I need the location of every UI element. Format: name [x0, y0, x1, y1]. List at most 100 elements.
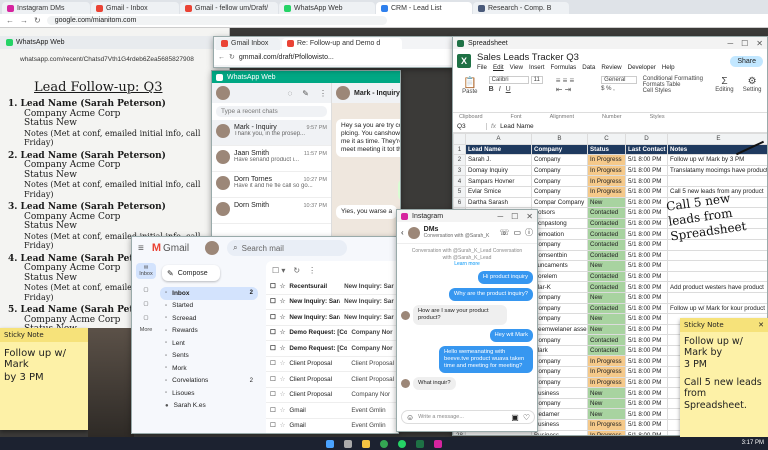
folder-item[interactable]: ▫ Corvelations 2 [160, 375, 258, 388]
menu-review[interactable]: Review [601, 64, 621, 71]
table-cell[interactable]: New [587, 397, 626, 410]
video-icon[interactable]: ▭ [513, 228, 521, 237]
table-cell[interactable]: In Progress [587, 154, 626, 166]
table-cell[interactable]: In Progress [587, 185, 626, 198]
table-cell[interactable]: In Progress [587, 429, 626, 435]
table-cell[interactable]: ouncaments [531, 260, 588, 272]
table-cell[interactable]: Sorelem [531, 270, 588, 283]
table-cell[interactable]: Contacted [587, 217, 626, 230]
table-cell[interactable]: Sampars Hovner [465, 175, 532, 187]
select-all-checkbox[interactable]: ☐ ▾ [272, 266, 285, 275]
star-icon[interactable]: ☆ [280, 345, 286, 352]
checkbox[interactable]: ☐ [270, 345, 276, 352]
table-cell[interactable]: Company [531, 291, 588, 304]
table-cell[interactable]: Compar Company [531, 196, 588, 209]
instagram-icon[interactable] [434, 439, 442, 448]
search-icon[interactable] [344, 439, 352, 448]
tab-gmail-inbox[interactable]: Gmail - Inbox [91, 2, 179, 14]
checkbox[interactable]: ☐ [270, 391, 276, 398]
table-cell[interactable]: 5/1 8:00 PM [625, 196, 668, 209]
table-cell[interactable]: Evlar Smice [465, 185, 532, 198]
checkbox[interactable]: ☐ [270, 314, 276, 321]
email-row[interactable]: ☐ ☆ Recentsurail New Inquiry: Sarah [266, 279, 398, 295]
url-input[interactable]: google.com/mianitom.com [46, 16, 387, 25]
row-number[interactable]: 5 [453, 185, 466, 198]
sticky-note-right[interactable]: Sticky Note ✕ Follow up w/ Mark by 3 PM … [680, 318, 768, 437]
table-cell[interactable]: 5/1 8:00 PM [625, 313, 668, 325]
chat-list-item[interactable]: Dorn Tornes 10:27 PM Have it and he fle c… [212, 172, 331, 198]
message-input[interactable]: Write a message... [418, 414, 464, 420]
email-row[interactable]: ☐ ☆ New Inquiry: Sarah J. New Inquiry: S… [266, 310, 398, 326]
table-cell[interactable]: New [587, 323, 626, 336]
table-cell[interactable]: Demoation [531, 228, 588, 240]
wa-message[interactable]: Yies, you warse a [336, 205, 398, 219]
table-cell[interactable]: New [587, 196, 626, 209]
table-cell[interactable] [667, 291, 767, 304]
font-select[interactable]: Calibri [488, 76, 529, 84]
whatsapp-url[interactable]: whatsapp.com/recent/Chatsd7Vth1G4rdeb6Ze… [20, 56, 225, 63]
table-cell[interactable]: Company [531, 366, 588, 378]
table-cell[interactable]: 5/1 8:00 PM [625, 228, 668, 240]
info-icon[interactable]: ⓘ [525, 227, 533, 238]
checkbox[interactable]: ☐ [270, 329, 276, 336]
start-icon[interactable] [326, 439, 334, 448]
table-cell[interactable]: 5/1 8:00 PM [625, 344, 668, 357]
star-icon[interactable]: ☆ [280, 283, 286, 290]
header-cell[interactable]: Last Contact [625, 143, 668, 156]
avatar[interactable] [407, 226, 420, 239]
table-cell[interactable]: Company [531, 154, 588, 166]
table-cell[interactable]: Dedamer [531, 408, 588, 421]
menu-developer[interactable]: Developer [628, 64, 656, 71]
table-cell[interactable]: Company [531, 302, 588, 315]
table-cell[interactable]: Contacted [587, 302, 626, 315]
maximize-icon[interactable]: ☐ [741, 39, 748, 48]
table-cell[interactable]: 5/1 8:00 PM [625, 207, 668, 219]
cell-styles-button[interactable]: Cell Styles [643, 88, 708, 94]
table-cell[interactable]: Company [531, 175, 588, 187]
table-cell[interactable]: Contacted [587, 334, 626, 346]
column-letter[interactable]: E [667, 133, 767, 145]
folder-item[interactable]: ● Sarah K.es [160, 400, 258, 413]
tab-whatsapp[interactable]: WhatsApp Web [279, 2, 375, 14]
wa-message[interactable]: I boropotset meeting company proposot th… [398, 179, 400, 201]
table-cell[interactable]: 5/1 8:00 PM [625, 334, 668, 346]
folder-item[interactable]: ▫ Lent [160, 337, 258, 350]
table-cell[interactable]: 5/1 8:00 PM [625, 164, 668, 177]
table-cell[interactable]: Business [531, 419, 588, 431]
alignment-group[interactable]: ≡ ≡ ≡ ⇤ ⇥ [556, 76, 595, 94]
table-cell[interactable]: 5/1 8:00 PM [625, 387, 668, 399]
table-cell[interactable]: Contacted [587, 344, 626, 357]
checkbox[interactable]: ☐ [270, 283, 276, 290]
folder-item[interactable]: ▫ Sents [160, 350, 258, 363]
new-chat-icon[interactable]: ✎ [302, 89, 309, 98]
table-cell[interactable]: 5/1 8:00 PM [625, 185, 668, 198]
table-cell[interactable]: 5/1 8:00 PM [625, 419, 668, 431]
column-letter[interactable]: B [531, 133, 588, 145]
checkbox[interactable]: ☐ [270, 376, 276, 383]
table-cell[interactable]: 5/1 8:00 PM [625, 238, 668, 251]
menu-edit[interactable]: Edit [493, 64, 504, 71]
email-row[interactable]: ☐ ☆ Gmail Event Gmlin [266, 403, 398, 419]
table-cell[interactable]: Dartha Sarash [465, 196, 532, 209]
table-cell[interactable]: Contacted [587, 207, 626, 219]
rail-inbox[interactable]: ✉ Inbox [136, 263, 156, 279]
bold-button[interactable]: B [489, 86, 494, 93]
file-explorer-icon[interactable] [362, 439, 370, 448]
star-icon[interactable]: ☆ [280, 422, 286, 429]
number-format-select[interactable]: General [601, 76, 637, 84]
menu-data[interactable]: Data [582, 64, 595, 71]
sticky-note-left[interactable]: Sticky Note Follow up w/ Mark by 3 PM [0, 328, 88, 430]
rail-meet-icon[interactable]: ▢ [136, 301, 156, 307]
table-cell[interactable]: 5/1 8:00 PM [625, 376, 668, 389]
rail-spaces-icon[interactable]: ▢ [136, 315, 156, 321]
back-icon[interactable]: ← [6, 16, 14, 25]
email-row[interactable]: ☐ ☆ Demo Request: [Co... Company Nor [266, 326, 398, 341]
table-cell[interactable]: In Progress [587, 419, 626, 431]
star-icon[interactable]: ☆ [280, 360, 286, 367]
chat-list-item[interactable]: Dorn Smith 10:37 PM [212, 198, 331, 224]
email-row[interactable]: ☐ ☆ Gmail Event Gmlin [266, 419, 398, 434]
tab-research[interactable]: Research - Comp. B [473, 2, 569, 14]
table-cell[interactable]: New [587, 387, 626, 399]
star-icon[interactable]: ☆ [280, 376, 286, 383]
table-cell[interactable]: Contacted [587, 228, 626, 240]
